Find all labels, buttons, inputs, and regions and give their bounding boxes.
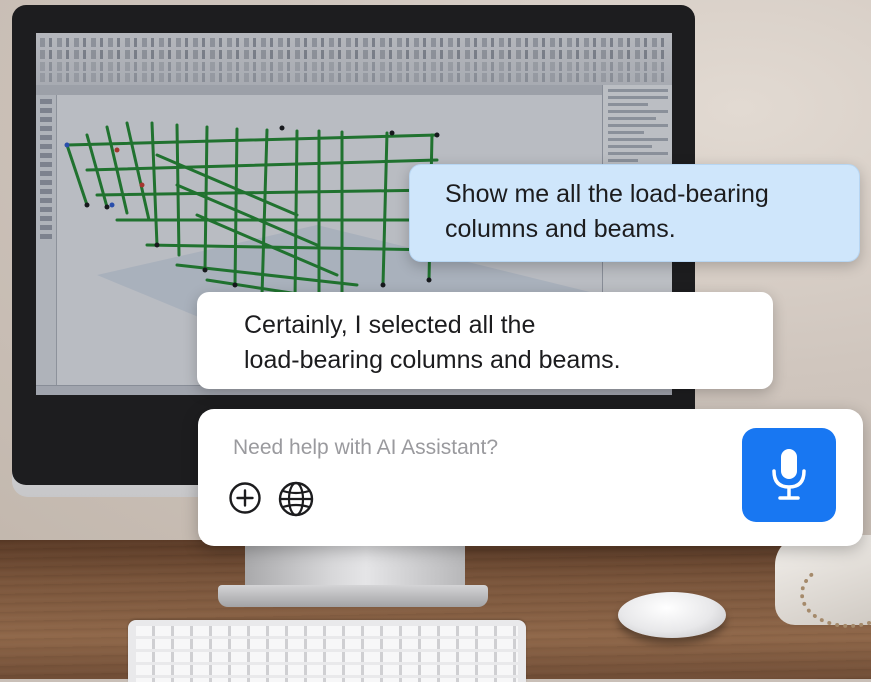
keyboard [128,620,526,682]
assistant-message-bubble: Certainly, I selected all the load-beari… [197,292,773,389]
user-message-line: columns and beams. [445,215,676,243]
globe-icon [278,481,314,517]
chat-composer [198,409,863,546]
user-message-bubble: Show me all the load-bearing columns and… [409,164,860,262]
assistant-message-line: Certainly, I selected all the [244,311,536,339]
user-message-line: Show me all the load-bearing [445,180,769,208]
monitor-stand-base [218,585,488,607]
mouse [618,592,726,638]
language-button[interactable] [277,480,314,517]
assistant-message-line: load-bearing columns and beams. [244,346,621,374]
voice-input-button[interactable] [742,428,836,522]
microphone-icon [772,449,806,500]
plus-circle-icon [229,482,261,514]
keyboard-keys [136,626,518,682]
add-attachment-button[interactable] [228,481,264,517]
chat-input[interactable] [231,431,715,465]
